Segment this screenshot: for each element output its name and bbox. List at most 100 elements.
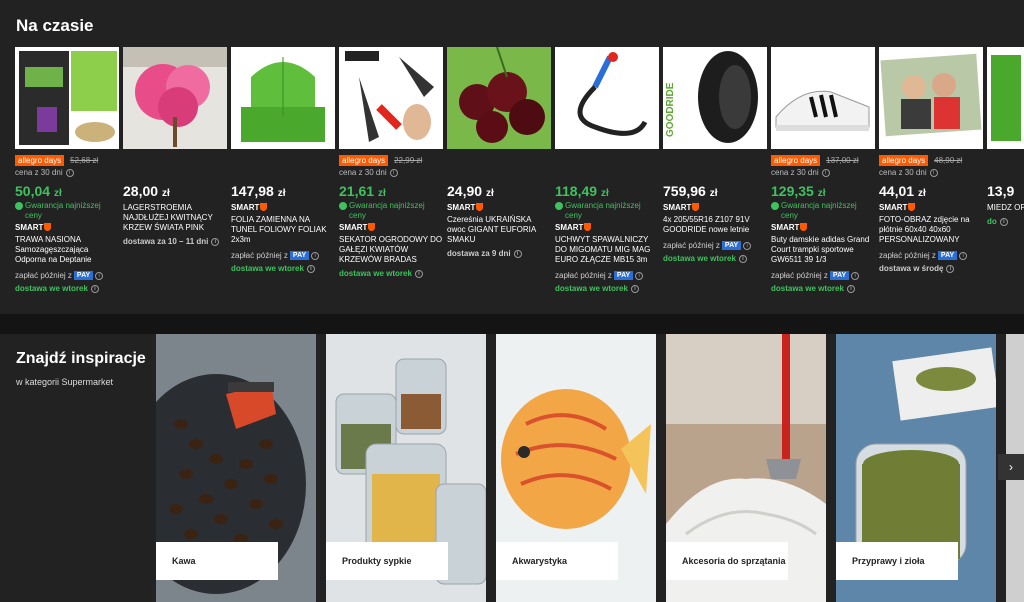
info-icon[interactable]: i <box>743 241 752 250</box>
product-image[interactable] <box>447 47 551 149</box>
product-name[interactable]: MIEDZ OPRYS GRZYB <box>987 203 1024 213</box>
pay-badge: PAY <box>721 241 742 250</box>
product-image[interactable] <box>231 47 335 149</box>
info-icon[interactable]: i <box>311 251 320 260</box>
next-arrow-button[interactable]: › <box>998 454 1024 480</box>
promo-row: allegro days 22,99 zł <box>339 153 443 167</box>
tile-akcesoria-sprzatania[interactable]: Akcesoria do sprzątania <box>666 334 826 602</box>
pay-later-row: zapłać później z PAY i <box>15 271 119 280</box>
info-icon[interactable]: i <box>738 254 747 263</box>
product-image[interactable] <box>771 47 875 149</box>
product-image[interactable] <box>15 47 119 149</box>
price-currency: zł <box>709 188 718 199</box>
product-name[interactable]: FOLIA ZAMIENNA NA TUNEL FOLIOWY FOLIAK 2… <box>231 215 335 245</box>
info-icon[interactable]: i <box>999 217 1008 226</box>
delivery-info: dostawa we wtorek i <box>15 284 119 293</box>
allegro-days-badge: allegro days <box>339 154 389 166</box>
delivery-label: dostawa za 10 – 11 dni <box>123 237 209 246</box>
product-name[interactable]: LAGERSTROEMIA NAJDŁUŻEJ KWITNĄCY KRZEW Ś… <box>123 203 227 233</box>
price-history-note <box>555 167 659 179</box>
price-main: 24,90 <box>447 183 483 199</box>
tile-kawa[interactable]: Kawa <box>156 334 316 602</box>
smart-badge: SMART <box>15 221 119 233</box>
info-icon[interactable]: i <box>95 271 104 280</box>
product-image[interactable] <box>987 47 1024 149</box>
price-history-label: cena z 30 dni <box>339 168 387 177</box>
product-card[interactable]: 24,90 zł SMART Czereśnia UKRAIŃSKA owoc GI… <box>447 47 551 258</box>
tile-label: Produkty sypkie <box>326 542 448 580</box>
price-main: 21,61 <box>339 183 375 199</box>
pay-later-row: zapłać później z PAY i <box>879 251 983 260</box>
price-currency: zł <box>817 188 826 199</box>
product-name[interactable]: TRAWA NASIONA Samozagęszczająca Odporna … <box>15 235 119 265</box>
delivery-info: dostawa we wtorek i <box>555 284 659 293</box>
smart-label: SMART <box>555 222 584 232</box>
info-icon[interactable]: i <box>929 169 938 177</box>
price-currency: zł <box>917 188 926 199</box>
tile-label: Kawa <box>156 542 278 580</box>
price-history-note: cena z 30 dni i <box>339 167 443 179</box>
product-name[interactable]: 4x 205/55R16 Z107 91V GOODRIDE nowe letn… <box>663 215 767 235</box>
tile-produkty-sypkie[interactable]: Produkty sypkie <box>326 334 486 602</box>
product-card[interactable]: 118,49 zł Gwarancja najniższej ceny SMART U… <box>555 47 659 293</box>
price-main: 28,00 <box>123 183 159 199</box>
product-name[interactable]: UCHWYT SPAWALNICZY DO MIGOMATU MIG MAG E… <box>555 235 659 265</box>
product-name[interactable]: FOTO-OBRAZ zdjęcie na płótnie 60x40 40x6… <box>879 215 983 245</box>
tile-label: Akcesoria do sprzątania <box>666 542 788 580</box>
info-icon[interactable]: i <box>389 169 398 177</box>
info-icon[interactable]: i <box>211 237 220 246</box>
delivery-label: dostawa we wtorek <box>663 254 736 263</box>
smart-label: SMART <box>771 222 800 232</box>
pay-later-row: zapłać później z PAY i <box>231 251 335 260</box>
pay-later-label: zapłać później z <box>771 271 828 280</box>
product-card[interactable]: allegro days 48,90 zł cena z 30 dni i 44,01 … <box>879 47 983 273</box>
product-card[interactable]: 28,00 zł LAGERSTROEMIA NAJDŁUŻEJ KWITNĄCY… <box>123 47 227 246</box>
section-title: Na czasie <box>16 16 94 35</box>
product-image[interactable] <box>555 47 659 149</box>
info-icon[interactable]: i <box>635 271 644 280</box>
product-card[interactable]: GOODRIDE 759,96 zł SMART 4x 205/55R16 Z107 … <box>663 47 767 263</box>
info-icon[interactable]: i <box>65 169 74 177</box>
info-icon[interactable]: i <box>306 264 315 273</box>
info-icon[interactable]: i <box>846 284 855 293</box>
product-card[interactable]: 13,9 MIEDZ OPRYS GRZYB doi <box>987 47 1024 226</box>
pay-later-label: zapłać później z <box>555 271 612 280</box>
price-history-note: cena z 30 dni i <box>15 167 119 179</box>
pay-later-row: zapłać później z PAY i <box>771 271 875 280</box>
smart-badge: SMART <box>663 201 767 213</box>
product-card[interactable]: allegro days 52,68 zł cena z 30 dni i 50,04 … <box>15 47 119 293</box>
product-price: 759,96 zł <box>663 183 767 201</box>
delivery-label: dostawa we wtorek <box>339 269 412 278</box>
smart-label: SMART <box>663 202 692 212</box>
product-name[interactable]: SEKATOR OGRODOWY DO GAŁĘZI KWIATÓW KRZEW… <box>339 235 443 265</box>
info-icon[interactable]: i <box>851 271 860 280</box>
smart-badge: SMART <box>447 201 551 213</box>
product-image[interactable]: GOODRIDE <box>663 47 767 149</box>
price-main: 129,35 <box>771 183 814 199</box>
tile-przyprawy[interactable]: Przyprawy i zioła <box>836 334 996 602</box>
product-card[interactable]: allegro days 22,99 zł cena z 30 dni i 21,61 … <box>339 47 443 278</box>
price-main: 759,96 <box>663 183 706 199</box>
info-icon[interactable]: i <box>513 249 522 258</box>
product-card[interactable]: allegro days 137,00 zł cena z 30 dni i 129,3… <box>771 47 875 293</box>
delivery-label: dostawa we wtorek <box>231 264 304 273</box>
allegro-days-badge: allegro days <box>879 154 929 166</box>
price-currency: zł <box>277 188 286 199</box>
info-icon[interactable]: i <box>959 251 968 260</box>
price-history-note <box>123 167 227 179</box>
product-image[interactable] <box>123 47 227 149</box>
product-name[interactable]: Czereśnia UKRAIŃSKA owoc GIGANT EUFORIA … <box>447 215 551 245</box>
info-icon[interactable]: i <box>414 269 423 278</box>
tile-akwarystyka[interactable]: Akwarystyka <box>496 334 656 602</box>
delivery-label: dostawa we wtorek <box>771 284 844 293</box>
product-image[interactable] <box>339 47 443 149</box>
price-currency: zł <box>377 188 386 199</box>
info-icon[interactable]: i <box>821 169 830 177</box>
promo-row <box>447 153 551 167</box>
info-icon[interactable]: i <box>90 284 99 293</box>
info-icon[interactable]: i <box>946 264 955 273</box>
product-card[interactable]: 147,98 zł SMART FOLIA ZAMIENNA NA TUNEL FO… <box>231 47 335 273</box>
info-icon[interactable]: i <box>630 284 639 293</box>
product-image[interactable] <box>879 47 983 149</box>
product-name[interactable]: Buty damskie adidas Grand Court trampki … <box>771 235 875 265</box>
